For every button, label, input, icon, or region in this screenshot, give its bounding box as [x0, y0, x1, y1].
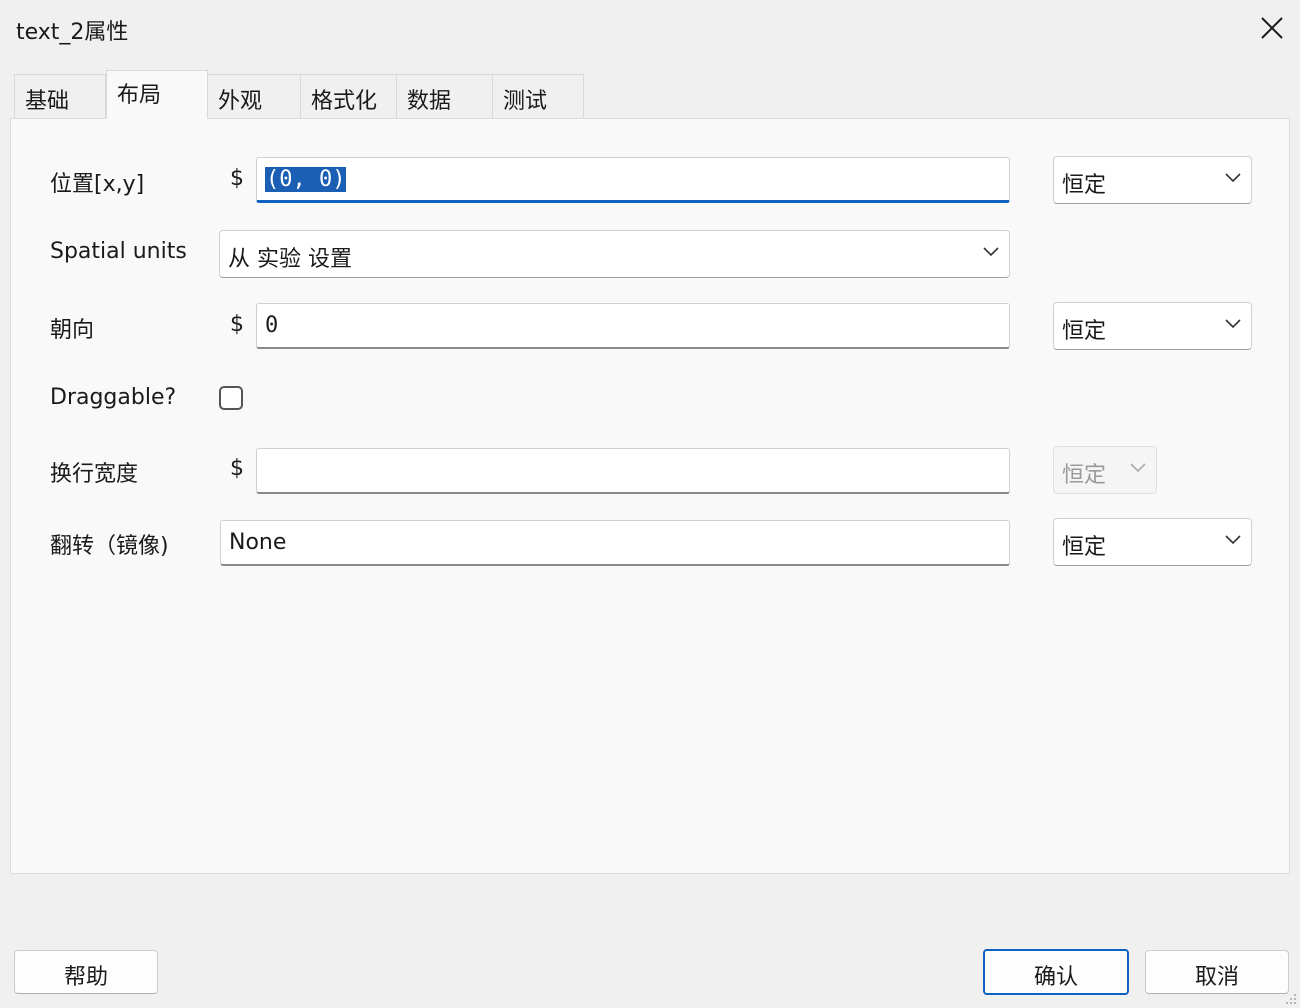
close-button[interactable] — [1250, 8, 1294, 48]
wrap-width-label: 换行宽度 — [50, 462, 139, 487]
orientation-update-select[interactable]: 恒定 — [1053, 302, 1252, 350]
position-value: (0, 0) — [265, 167, 347, 192]
position-input[interactable]: (0, 0) — [256, 157, 1010, 203]
orientation-dollar: $ — [230, 312, 244, 337]
position-dollar: $ — [230, 166, 244, 191]
flip-update-select[interactable]: 恒定 — [1053, 518, 1252, 566]
spatial-units-value: 从 实验 设置 — [228, 247, 352, 272]
wrap-width-update-select[interactable]: 恒定 — [1053, 446, 1157, 494]
tab-testing[interactable]: 测试 — [492, 74, 584, 118]
tab-strip: 基础 布局 外观 格式化 数据 测试 — [0, 70, 1300, 120]
ok-button[interactable]: 确认 — [983, 949, 1129, 995]
wrap-width-input[interactable] — [256, 448, 1010, 494]
window-title: text_2属性 — [16, 20, 129, 45]
chevron-down-icon — [1225, 319, 1241, 329]
tab-formatting[interactable]: 格式化 — [300, 74, 397, 118]
chevron-down-icon — [1225, 535, 1241, 545]
chevron-down-icon — [983, 247, 999, 257]
orientation-update-value: 恒定 — [1062, 319, 1107, 344]
close-icon — [1261, 17, 1283, 39]
chevron-down-icon — [1130, 463, 1146, 473]
title-bar: text_2属性 — [0, 0, 1300, 58]
position-update-value: 恒定 — [1062, 173, 1107, 198]
tab-appearance[interactable]: 外观 — [207, 74, 301, 118]
flip-input[interactable]: None — [220, 520, 1010, 566]
tab-data[interactable]: 数据 — [396, 74, 493, 118]
tab-basic[interactable]: 基础 — [14, 74, 106, 118]
orientation-label: 朝向 — [50, 318, 95, 343]
chevron-down-icon — [1225, 173, 1241, 183]
cancel-button[interactable]: 取消 — [1145, 950, 1289, 994]
help-button[interactable]: 帮助 — [14, 950, 158, 994]
wrap-width-dollar: $ — [230, 456, 244, 481]
flip-label: 翻转（镜像) — [50, 534, 169, 559]
draggable-label: Draggable? — [50, 385, 177, 410]
tab-layout[interactable]: 布局 — [106, 70, 208, 119]
wrap-width-update-value: 恒定 — [1062, 463, 1107, 488]
position-update-select[interactable]: 恒定 — [1053, 156, 1252, 204]
position-label: 位置[x,y] — [50, 172, 145, 197]
spatial-units-label: Spatial units — [50, 239, 187, 264]
draggable-checkbox[interactable] — [219, 386, 243, 410]
orientation-input[interactable]: 0 — [256, 303, 1010, 349]
flip-update-value: 恒定 — [1062, 535, 1107, 560]
resize-grip-icon[interactable] — [1282, 990, 1298, 1006]
spatial-units-select[interactable]: 从 实验 设置 — [219, 230, 1010, 278]
